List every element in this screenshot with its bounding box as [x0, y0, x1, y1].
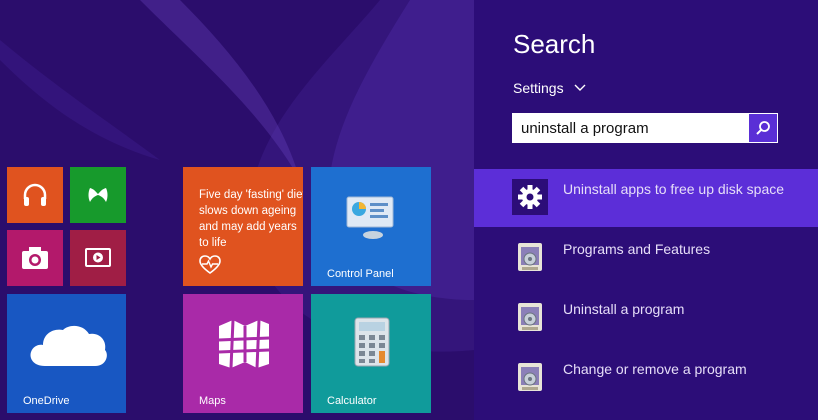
- tile-music[interactable]: [7, 167, 63, 223]
- search-panel: Search Settings Uninstall a: [474, 0, 818, 420]
- search-box: [512, 113, 778, 143]
- xbox-icon: [88, 188, 108, 202]
- tile-camera[interactable]: [7, 230, 63, 286]
- camera-icon: [22, 247, 48, 269]
- programs-features-icon: [518, 243, 542, 271]
- tile-label: Control Panel: [327, 268, 394, 280]
- news-headline: Five day 'fasting' diet slows down agein…: [199, 189, 303, 249]
- search-scope-dropdown[interactable]: Settings: [513, 80, 586, 96]
- calculator-icon: [354, 317, 390, 367]
- map-icon: [218, 319, 270, 368]
- health-heart-icon: [199, 255, 221, 274]
- programs-features-icon: [518, 303, 542, 331]
- start-screen: OneDrive Five day 'fasting' diet slows d…: [0, 0, 474, 420]
- programs-features-icon: [518, 363, 542, 391]
- cloud-icon: [30, 325, 107, 366]
- tile-label: Calculator: [327, 395, 377, 407]
- tile-calculator[interactable]: Calculator: [311, 294, 431, 413]
- tile-control-panel[interactable]: Control Panel: [311, 167, 431, 286]
- tile-games[interactable]: [70, 167, 126, 223]
- search-button[interactable]: [749, 114, 777, 142]
- search-result-change-remove[interactable]: Change or remove a program: [474, 349, 818, 407]
- tile-label: Maps: [199, 395, 226, 407]
- tile-maps[interactable]: Maps: [183, 294, 303, 413]
- result-text: Uninstall a program: [563, 301, 685, 317]
- control-panel-icon: [346, 196, 394, 239]
- search-input[interactable]: [513, 114, 749, 142]
- tile-news[interactable]: Five day 'fasting' diet slows down agein…: [183, 167, 303, 286]
- search-icon: [756, 121, 770, 135]
- gear-icon: [512, 179, 548, 215]
- headphones-icon: [23, 183, 47, 206]
- result-text: Uninstall apps to free up disk space: [563, 181, 785, 197]
- tile-onedrive[interactable]: OneDrive: [7, 294, 126, 413]
- result-text: Programs and Features: [563, 241, 711, 257]
- scope-label: Settings: [513, 80, 564, 96]
- tile-label: OneDrive: [23, 395, 70, 407]
- tile-video[interactable]: [70, 230, 126, 286]
- search-result-uninstall-program[interactable]: Uninstall a program: [474, 289, 818, 347]
- panel-title: Search: [513, 29, 596, 59]
- search-result-programs-features[interactable]: Programs and Features: [474, 229, 818, 287]
- search-result-uninstall-apps[interactable]: Uninstall apps to free up disk space: [474, 169, 818, 227]
- chevron-down-icon: [574, 84, 586, 91]
- result-text: Change or remove a program: [563, 361, 747, 377]
- video-icon: [85, 248, 111, 267]
